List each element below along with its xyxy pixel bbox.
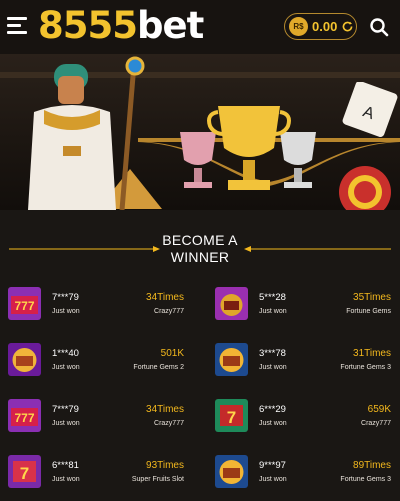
winner-username: 6***81 <box>52 460 79 471</box>
winner-item[interactable]: 777 7***79 Just won 34Times Crazy777 <box>8 399 190 437</box>
game-thumbnail: 7 <box>8 455 41 488</box>
winner-item[interactable]: 1***40 Just won 501K Fortune Gems 2 <box>8 343 190 381</box>
game-name: Crazy777 <box>154 420 184 427</box>
game-thumbnail: 777 <box>8 399 41 432</box>
game-name: Fortune Gems 3 <box>340 364 391 371</box>
winner-status: Just won <box>259 308 287 315</box>
svg-text:777: 777 <box>14 411 34 425</box>
svg-text:777: 777 <box>14 299 34 313</box>
winner-item[interactable]: 3***78 Just won 31Times Fortune Gems 3 <box>215 343 397 381</box>
game-name: Super Fruits Slot <box>131 476 184 483</box>
winner-item[interactable]: 7 6***81 Just won 93Times Super Fruits S… <box>8 455 190 493</box>
game-thumbnail <box>215 455 248 488</box>
winner-status: Just won <box>259 364 287 371</box>
winner-item[interactable]: 777 7***79 Just won 34Times Crazy777 <box>8 287 190 325</box>
winners-list: 777 7***79 Just won 34Times Crazy777 5**… <box>0 0 400 501</box>
win-amount: 34Times <box>146 404 184 415</box>
winner-item[interactable]: 5***28 Just won 35Times Fortune Gems <box>215 287 397 325</box>
win-amount: 93Times <box>146 460 184 471</box>
game-name: Crazy777 <box>154 308 184 315</box>
winner-username: 7***79 <box>52 404 79 415</box>
winner-status: Just won <box>259 476 287 483</box>
winner-username: 7***79 <box>52 292 79 303</box>
svg-text:7: 7 <box>227 408 236 427</box>
game-thumbnail <box>215 343 248 376</box>
winner-username: 1***40 <box>52 348 79 359</box>
win-amount: 659K <box>367 404 391 415</box>
game-thumbnail <box>215 287 248 320</box>
winner-username: 9***97 <box>259 460 286 471</box>
game-thumbnail <box>8 343 41 376</box>
winner-username: 6***29 <box>259 404 286 415</box>
winner-status: Just won <box>52 308 80 315</box>
win-amount: 501K <box>160 348 184 359</box>
winner-username: 5***28 <box>259 292 286 303</box>
game-name: Fortune Gems 2 <box>133 364 184 371</box>
game-name: Crazy777 <box>361 420 391 427</box>
win-amount: 35Times <box>353 292 391 303</box>
winner-item[interactable]: 9***97 Just won 89Times Fortune Gems 3 <box>215 455 397 493</box>
game-name: Fortune Gems <box>346 308 391 315</box>
winner-status: Just won <box>259 420 287 427</box>
game-thumbnail: 777 <box>8 287 41 320</box>
winner-username: 3***78 <box>259 348 286 359</box>
game-thumbnail: 7 <box>215 399 248 432</box>
winner-status: Just won <box>52 364 80 371</box>
winner-item[interactable]: 7 6***29 Just won 659K Crazy777 <box>215 399 397 437</box>
svg-text:7: 7 <box>20 464 29 483</box>
win-amount: 89Times <box>353 460 391 471</box>
winner-status: Just won <box>52 476 80 483</box>
win-amount: 34Times <box>146 292 184 303</box>
game-name: Fortune Gems 3 <box>340 476 391 483</box>
winner-status: Just won <box>52 420 80 427</box>
win-amount: 31Times <box>353 348 391 359</box>
